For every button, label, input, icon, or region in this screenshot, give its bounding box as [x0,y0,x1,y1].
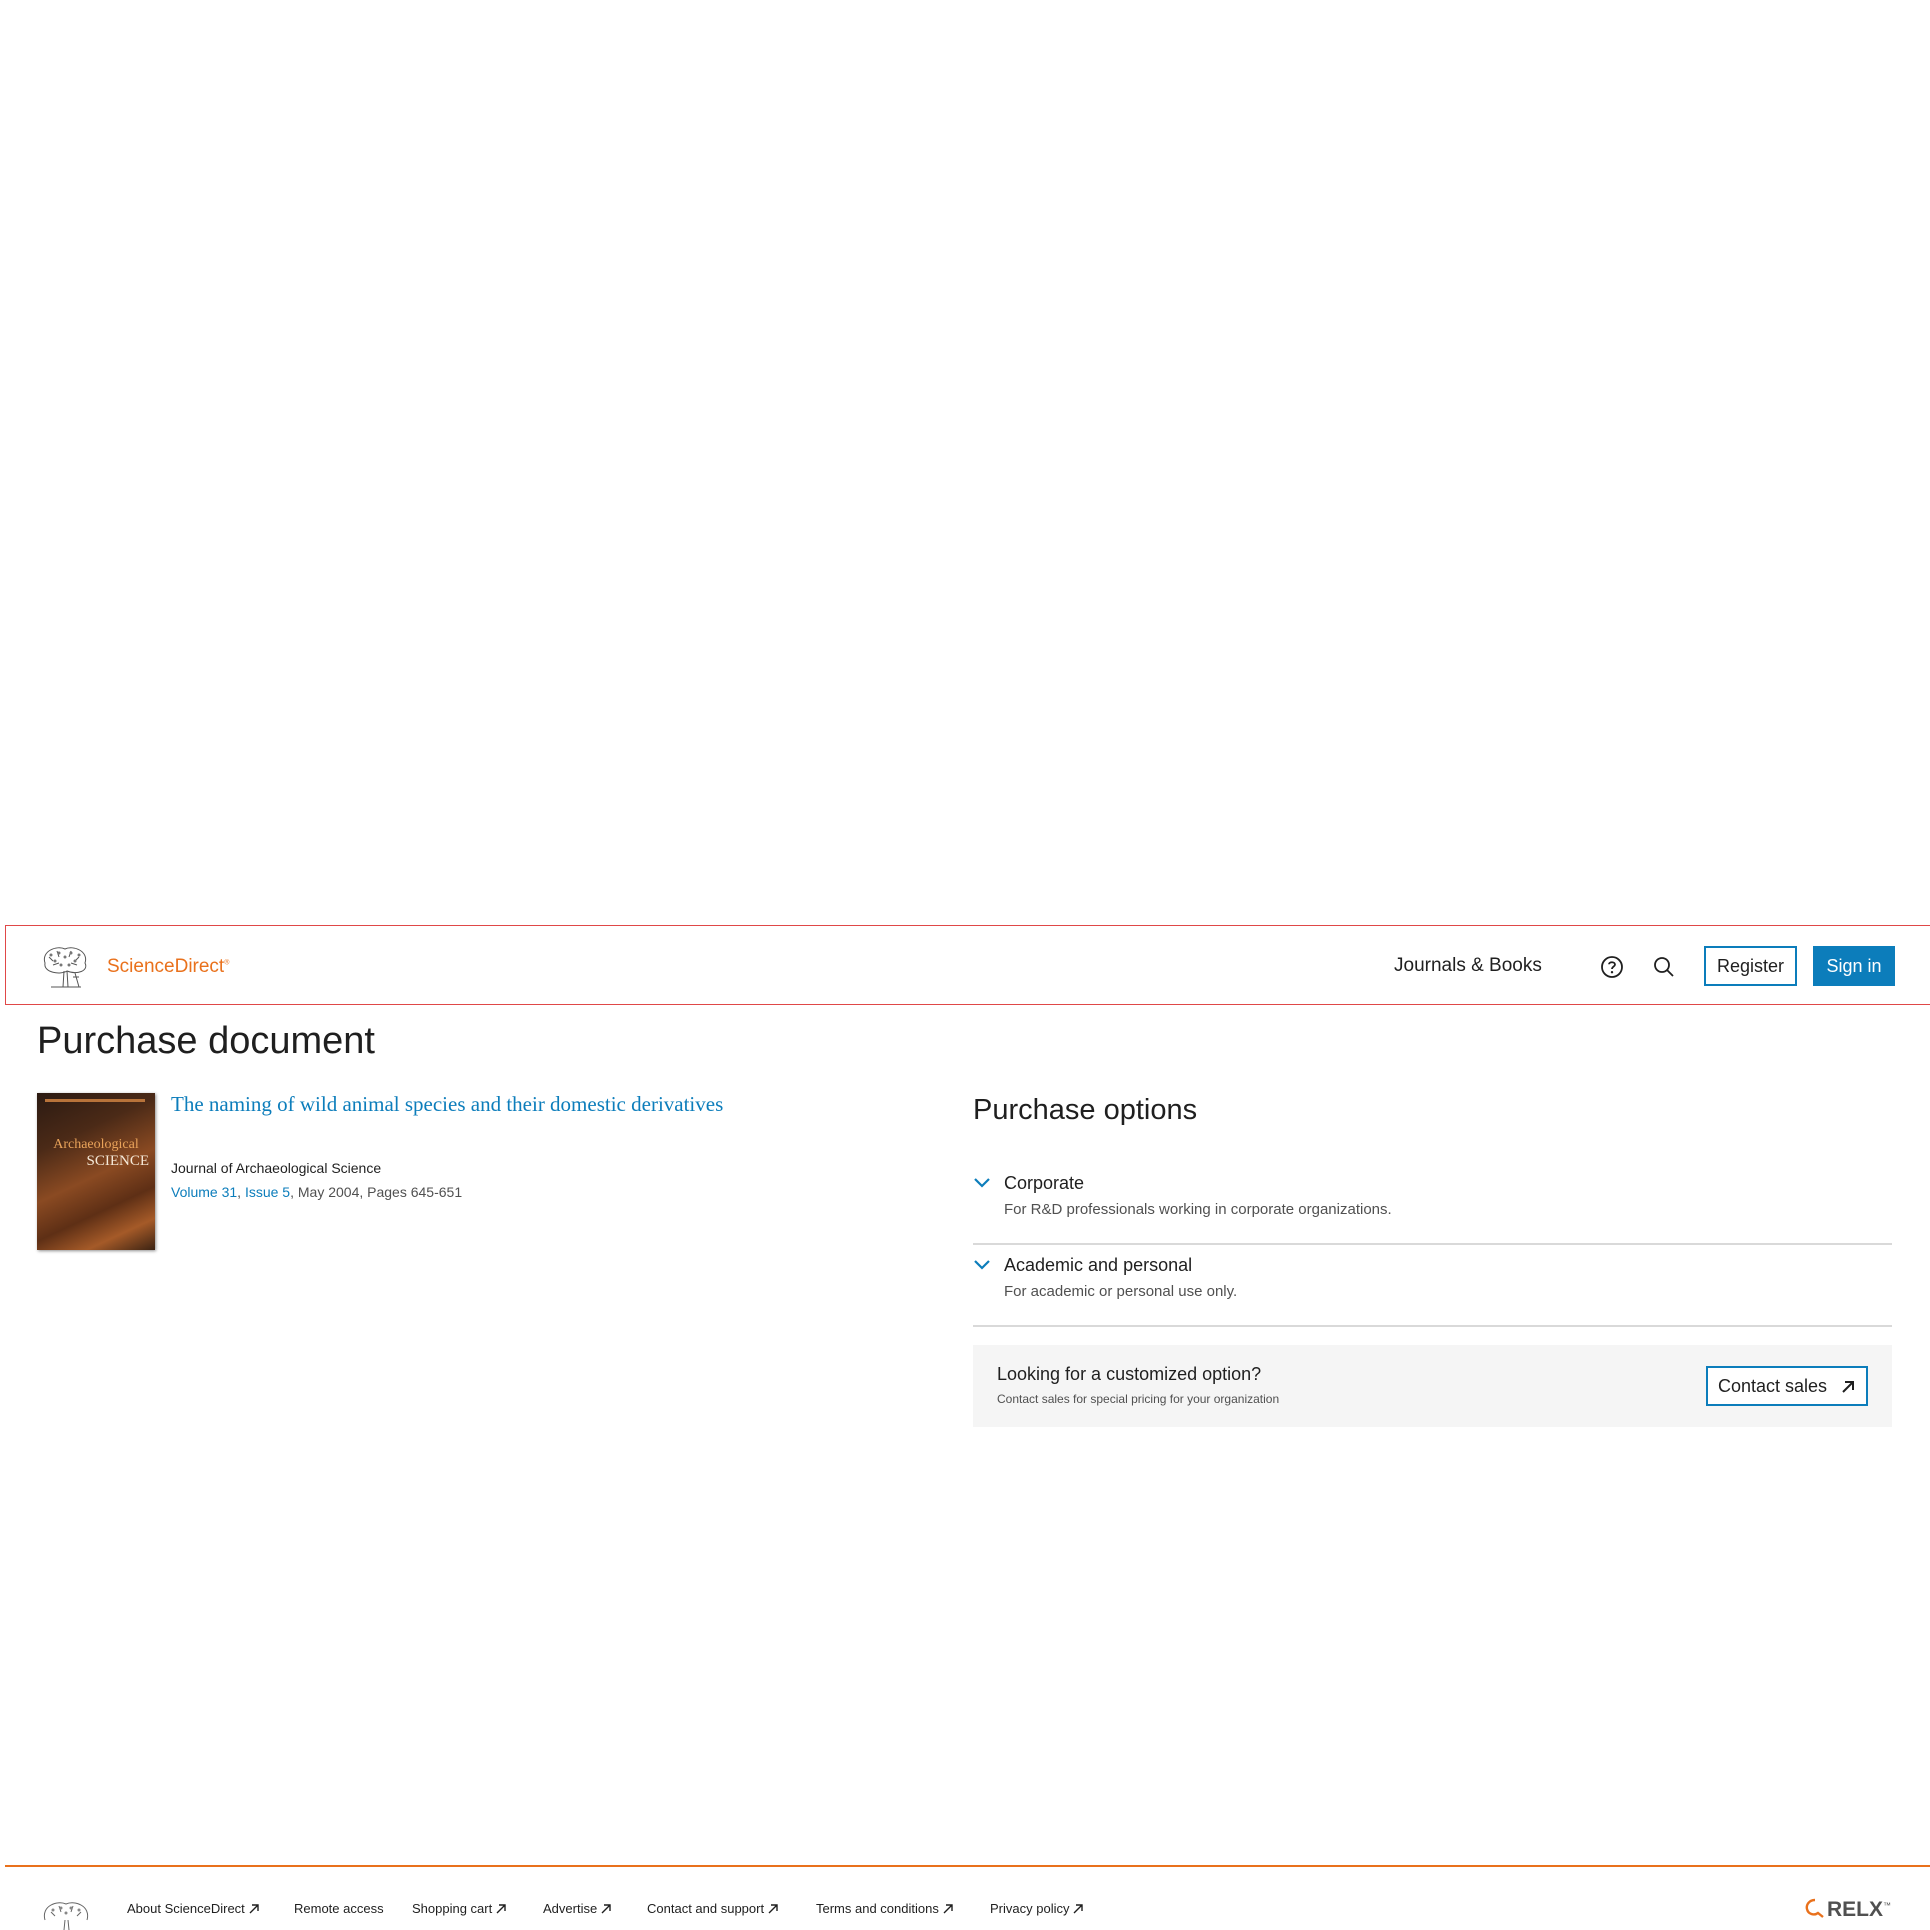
journal-cover-image[interactable]: Archaeological SCIENCE [37,1093,155,1250]
footer-link-contact-support[interactable]: Contact and support [647,1901,778,1916]
footer-link-privacy[interactable]: Privacy policy [990,1901,1084,1916]
brand-name: ScienceDirect [107,956,225,977]
site-header: ScienceDirect® Journals & Books Register… [5,925,1930,1005]
contact-sales-label: Contact sales [1718,1375,1828,1396]
external-arrow-icon [1073,1904,1084,1914]
journal-name: Journal of Archaeological Science [171,1160,382,1176]
footer-link-label: Contact and support [647,1901,765,1916]
issue-info: Volume 31, Issue 5, May 2004, Pages 645-… [171,1184,462,1200]
external-arrow-icon [768,1904,778,1914]
footer-link-shopping-cart[interactable]: Shopping cart [412,1901,506,1916]
footer-link-label: Advertise [543,1901,598,1916]
nav-journals-books[interactable]: Journals & Books [1394,955,1542,977]
sign-in-button[interactable]: Sign in [1813,946,1895,986]
help-icon[interactable] [1599,954,1625,980]
footer-divider [5,1865,1930,1867]
footer-link-label: Terms and conditions [816,1901,939,1916]
external-arrow-icon [1842,1381,1854,1393]
option-description: For academic or personal use only. [1004,1283,1238,1300]
chevron-down-icon [974,1178,990,1188]
elsevier-tree-logo[interactable] [37,1898,95,1930]
option-description: For R&D professionals working in corpora… [1004,1201,1392,1218]
external-arrow-icon [496,1904,506,1914]
option-label: Corporate [1004,1173,1085,1193]
footer-link-label: Privacy policy [990,1901,1070,1916]
chevron-down-icon [974,1260,990,1270]
external-arrow-icon [249,1904,259,1914]
brand-wordmark[interactable]: ScienceDirect® [107,956,229,978]
option-academic-personal[interactable]: Academic and personal For academic or pe… [973,1245,1892,1327]
option-label: Academic and personal [1004,1255,1193,1275]
option-corporate[interactable]: Corporate For R&D professionals working … [973,1163,1892,1245]
contact-sales-button[interactable]: Contact sales [1706,1366,1868,1406]
relx-logo[interactable]: RELX™ [1803,1897,1891,1922]
elsevier-tree-logo[interactable] [37,943,93,991]
relx-text: RELX [1827,1898,1884,1921]
brand-registered-mark: ® [224,959,230,967]
custom-option-subtitle: Contact sales for special pricing for yo… [997,1392,1280,1406]
article-title-link[interactable]: The naming of wild animal species and th… [171,1090,731,1118]
footer-link-label: About ScienceDirect [127,1901,245,1916]
date-pages: , May 2004, Pages 645-651 [290,1184,463,1200]
footer-link-remote-access[interactable]: Remote access [294,1901,384,1916]
search-icon[interactable] [1651,954,1677,980]
page-title: Purchase document [37,1020,375,1062]
footer-link-about[interactable]: About ScienceDirect [127,1901,259,1916]
footer-link-advertise[interactable]: Advertise [543,1901,611,1916]
footer-link-label: Shopping cart [412,1901,493,1916]
relx-mark-icon [1805,1898,1824,1918]
issue-separator: , [237,1184,245,1200]
external-arrow-icon [943,1904,953,1914]
relx-trademark: ™ [1883,1901,1892,1910]
volume-link[interactable]: Volume 31 [171,1184,237,1200]
issue-link[interactable]: Issue 5 [245,1184,290,1200]
custom-option-box: Looking for a customized option? Contact… [973,1345,1892,1427]
register-button[interactable]: Register [1704,946,1797,986]
purchase-options-title: Purchase options [973,1094,1198,1126]
cover-journal-text: Archaeological [53,1137,139,1152]
cover-science-text: SCIENCE [86,1153,149,1169]
cover-stripe [45,1099,145,1102]
footer-link-terms[interactable]: Terms and conditions [816,1901,953,1916]
custom-option-title: Looking for a customized option? [997,1364,1262,1384]
external-arrow-icon [601,1904,611,1914]
